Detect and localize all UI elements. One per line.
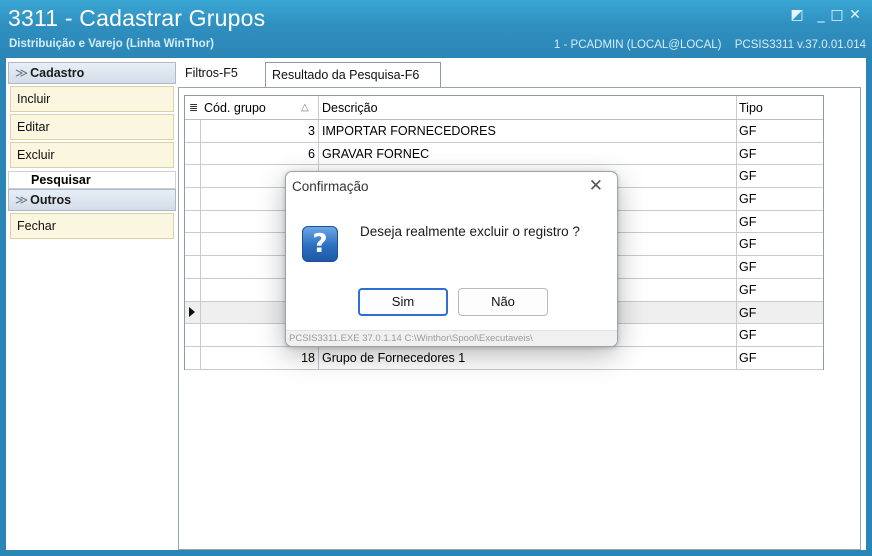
title-bar: 3311 - Cadastrar Grupos Distribuição e V… bbox=[0, 0, 872, 58]
table-row[interactable]: 3 IMPORTAR FORNECEDORES GF bbox=[185, 120, 823, 143]
window-subtitle: Distribuição e Varejo (Linha WinThor) bbox=[9, 38, 215, 50]
row-indicator bbox=[185, 233, 201, 256]
cell-tipo: GF bbox=[739, 124, 757, 138]
editar-button[interactable]: Editar bbox=[10, 114, 174, 140]
tab-resultado[interactable]: Resultado da Pesquisa-F6 bbox=[265, 62, 441, 88]
grid-header: ≣ Cód. grupo △ Descrição Tipo bbox=[185, 96, 823, 120]
session-info: 1 - PCADMIN (LOCAL@LOCAL) PCSIS3311 v.37… bbox=[544, 39, 866, 51]
sidebar-header-label: Outros bbox=[30, 193, 72, 207]
column-label: Cód. grupo bbox=[204, 101, 266, 115]
row-indicator bbox=[185, 188, 201, 210]
column-chooser[interactable]: ≣ bbox=[185, 96, 201, 119]
cell-tipo: GF bbox=[739, 214, 757, 229]
tab-filtros[interactable]: Filtros-F5 bbox=[179, 62, 259, 86]
dialog-close-icon[interactable]: ✕ bbox=[589, 176, 603, 196]
window-title: 3311 - Cadastrar Grupos bbox=[8, 5, 266, 31]
incluir-button[interactable]: Incluir bbox=[10, 86, 174, 112]
cell-codigo: 18 bbox=[201, 346, 319, 369]
dialog-body: ? Deseja realmente excluir o registro ? … bbox=[286, 204, 617, 330]
cell-descricao: Grupo de Fornecedores 1 bbox=[319, 346, 737, 369]
cell-codigo: 3 bbox=[201, 120, 319, 142]
table-row[interactable]: 6 GRAVAR FORNEC GF bbox=[185, 142, 823, 166]
sidebar-header-label: Cadastro bbox=[30, 66, 85, 80]
dialog-title: Confirmação bbox=[292, 179, 369, 194]
confirmation-dialog: Confirmação ✕ ? Deseja realmente excluir… bbox=[285, 171, 618, 347]
collapse-icon: ≫ bbox=[15, 66, 29, 80]
question-icon: ? bbox=[302, 226, 338, 262]
sidebar-header-outros[interactable]: ≫ Outros bbox=[8, 189, 176, 211]
close-icon[interactable]: ✕ bbox=[846, 6, 864, 24]
cell-tipo: GF bbox=[739, 350, 757, 365]
sidebar: ≫ Cadastro Incluir Editar Excluir Pesquis… bbox=[8, 62, 176, 239]
column-header-descricao[interactable]: Descrição bbox=[319, 96, 737, 119]
excluir-button[interactable]: Excluir bbox=[10, 142, 174, 168]
column-header-codigo[interactable]: Cód. grupo △ bbox=[201, 96, 319, 119]
row-indicator bbox=[185, 165, 201, 188]
column-header-tipo[interactable]: Tipo bbox=[737, 96, 823, 119]
cell-codigo: 6 bbox=[201, 142, 319, 165]
no-button[interactable]: Não bbox=[458, 288, 548, 316]
collapse-icon: ≫ bbox=[15, 193, 29, 207]
row-indicator bbox=[185, 324, 201, 346]
row-indicator bbox=[185, 301, 201, 324]
row-indicator bbox=[185, 210, 201, 233]
pesquisar-button[interactable]: Pesquisar bbox=[8, 171, 176, 189]
cell-tipo: GF bbox=[739, 328, 757, 343]
dialog-message: Deseja realmente excluir o registro ? bbox=[360, 224, 580, 239]
session-user: 1 - PCADMIN (LOCAL@LOCAL) bbox=[553, 39, 722, 51]
sort-asc-icon: △ bbox=[301, 102, 309, 113]
yes-button[interactable]: Sim bbox=[358, 288, 448, 316]
cell-tipo: GF bbox=[739, 260, 757, 275]
cell-tipo: GF bbox=[739, 192, 757, 207]
cell-tipo: GF bbox=[739, 146, 757, 161]
cell-tipo: GF bbox=[739, 169, 757, 184]
cell-descricao: GRAVAR FORNEC bbox=[319, 142, 737, 165]
row-indicator bbox=[185, 256, 201, 278]
row-indicator bbox=[185, 120, 201, 142]
cell-tipo: GF bbox=[739, 237, 757, 252]
row-pointer-icon bbox=[189, 306, 195, 317]
dialog-footer-path: PCSIS3311.EXE 37.0.1.14 C:\Winthor\Spool… bbox=[286, 330, 617, 346]
row-indicator bbox=[185, 278, 201, 301]
maximize-icon[interactable]: □ bbox=[828, 6, 846, 24]
cell-tipo: GF bbox=[739, 305, 757, 320]
table-row[interactable]: 18 Grupo de Fornecedores 1 GF bbox=[185, 346, 823, 370]
menu-icon: ≣ bbox=[189, 102, 199, 114]
module-version: PCSIS3311 v.37.0.01.014 bbox=[734, 39, 866, 51]
row-indicator bbox=[185, 346, 201, 369]
fechar-button[interactable]: Fechar bbox=[10, 213, 174, 239]
cell-tipo: GF bbox=[739, 282, 757, 297]
cell-descricao: IMPORTAR FORNECEDORES bbox=[319, 120, 737, 142]
restore-icon[interactable]: ◩ bbox=[788, 6, 806, 24]
row-indicator bbox=[185, 142, 201, 165]
sidebar-header-cadastro[interactable]: ≫ Cadastro bbox=[8, 62, 176, 84]
